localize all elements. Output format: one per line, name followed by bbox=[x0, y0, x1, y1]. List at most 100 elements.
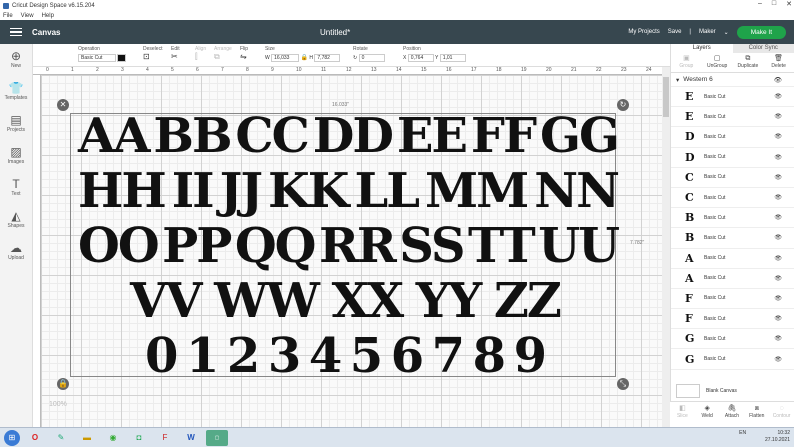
eye-icon[interactable]: 👁 bbox=[774, 335, 782, 342]
chevron-down-icon[interactable]: ▾ bbox=[676, 76, 679, 84]
start-button-icon[interactable]: ⊞ bbox=[4, 429, 20, 446]
glyph-pair[interactable]: PP bbox=[162, 220, 232, 272]
flip-icon[interactable]: ⇋ bbox=[240, 52, 247, 61]
lock-icon[interactable]: 🔒 bbox=[57, 378, 69, 390]
lock-icon[interactable]: 🔒 bbox=[301, 55, 308, 61]
rotate-field[interactable]: 0 bbox=[358, 54, 385, 62]
sidebar-item-new[interactable]: ⊕ New bbox=[0, 50, 32, 76]
blank-canvas-row[interactable]: Blank Canvas bbox=[676, 383, 786, 399]
layer-item[interactable]: F Basic Cut 👁 bbox=[671, 309, 794, 330]
glyph-digit[interactable]: 3 bbox=[268, 330, 301, 382]
layer-item[interactable]: G Basic Cut 👁 bbox=[671, 329, 794, 350]
glyph-pair[interactable]: TT bbox=[468, 220, 536, 272]
sidebar-item-text[interactable]: T Text bbox=[0, 178, 32, 204]
glyph-digit[interactable]: 0 bbox=[145, 330, 178, 382]
menu-help[interactable]: Help bbox=[42, 13, 54, 19]
delete-button[interactable]: 🗑 Delete bbox=[763, 53, 794, 72]
slice-button[interactable]: ◧ Slice bbox=[670, 402, 695, 427]
glyph-pair[interactable]: SS bbox=[399, 220, 465, 272]
eye-icon[interactable]: 👁 bbox=[774, 133, 782, 140]
close-icon[interactable]: ✕ bbox=[57, 99, 69, 111]
layer-item[interactable]: A Basic Cut 👁 bbox=[671, 269, 794, 289]
deselect-icon[interactable]: ⊡ bbox=[143, 52, 150, 61]
minimize-icon[interactable]: – bbox=[758, 0, 762, 8]
sidebar-item-projects[interactable]: ▤ Projects bbox=[0, 114, 32, 140]
sidebar-item-upload[interactable]: ☁ Upload bbox=[0, 242, 32, 268]
glyph-pair[interactable]: MM bbox=[425, 165, 529, 217]
language-indicator[interactable]: EN bbox=[739, 430, 746, 436]
glyph-pair[interactable]: YY bbox=[416, 275, 483, 327]
layer-item[interactable]: D Basic Cut 👁 bbox=[671, 148, 794, 168]
glyph-pair[interactable]: QQ bbox=[235, 220, 317, 272]
width-field[interactable]: 16,033 bbox=[271, 54, 300, 62]
sidebar-item-images[interactable]: ▨ Images bbox=[0, 146, 32, 172]
duplicate-button[interactable]: ⧉ Duplicate bbox=[733, 53, 764, 72]
layer-group-header[interactable]: ▾ Western 6 👁 bbox=[671, 73, 794, 87]
layer-item[interactable]: C Basic Cut 👁 bbox=[671, 168, 794, 188]
y-position-field[interactable]: 1,01 bbox=[439, 54, 466, 62]
layer-item[interactable]: A Basic Cut 👁 bbox=[671, 249, 794, 269]
zoom-level[interactable]: 100% bbox=[49, 401, 67, 408]
eye-icon[interactable]: 👁 bbox=[774, 76, 782, 84]
greenshot-icon[interactable]: ◘ bbox=[128, 430, 150, 446]
save-button[interactable]: Save bbox=[668, 29, 682, 35]
glyph-pair[interactable]: ZZ bbox=[494, 275, 562, 327]
eye-icon[interactable]: 👁 bbox=[774, 214, 782, 221]
operation-select[interactable]: Basic Cut bbox=[78, 54, 116, 62]
glyph-digit[interactable]: 6 bbox=[391, 330, 424, 382]
glyph-pair[interactable]: WW bbox=[214, 275, 320, 327]
glyph-digit[interactable]: 2 bbox=[227, 330, 260, 382]
tab-layers[interactable]: Layers bbox=[671, 44, 733, 53]
eye-icon[interactable]: 👁 bbox=[774, 234, 782, 241]
layer-item[interactable]: C Basic Cut 👁 bbox=[671, 188, 794, 209]
glyph-pair[interactable]: CC bbox=[235, 110, 309, 162]
eye-icon[interactable]: 👁 bbox=[774, 295, 782, 302]
eye-icon[interactable]: 👁 bbox=[774, 194, 782, 201]
glyph-pair[interactable]: LL bbox=[354, 165, 419, 217]
eye-icon[interactable]: 👁 bbox=[774, 356, 782, 363]
align-icon[interactable]: ⫿ bbox=[195, 52, 198, 61]
group-button[interactable]: ▣ Group bbox=[671, 53, 702, 72]
eye-icon[interactable]: 👁 bbox=[774, 154, 782, 161]
resize-handle-icon[interactable]: ⤡ bbox=[617, 378, 629, 390]
arrange-icon[interactable]: ⧉ bbox=[214, 52, 220, 61]
glyph-pair[interactable]: NN bbox=[534, 165, 620, 217]
folder-icon[interactable]: ▬ bbox=[76, 430, 98, 446]
glyph-pair[interactable]: RR bbox=[319, 220, 397, 272]
tab-color-sync[interactable]: Color Sync bbox=[732, 44, 794, 53]
cricut-taskbar-icon[interactable]: ▢ bbox=[206, 429, 228, 446]
layer-item[interactable]: E Basic Cut 👁 bbox=[671, 107, 794, 128]
glyph-digit[interactable]: 5 bbox=[350, 330, 383, 382]
eye-icon[interactable]: 👁 bbox=[774, 275, 782, 282]
sidebar-item-shapes[interactable]: ◭ Shapes bbox=[0, 210, 32, 236]
layer-item[interactable]: G Basic Cut 👁 bbox=[671, 349, 794, 370]
eye-icon[interactable]: 👁 bbox=[774, 255, 782, 262]
glyph-pair[interactable]: BB bbox=[153, 110, 232, 162]
maximize-icon[interactable]: □ bbox=[772, 0, 776, 8]
glyph-digit[interactable]: 9 bbox=[514, 330, 547, 382]
contour-button[interactable]: ◌ Contour bbox=[769, 402, 794, 427]
menu-file[interactable]: File bbox=[3, 13, 13, 19]
machine-select[interactable]: Maker bbox=[699, 29, 716, 35]
glyph-pair[interactable]: VV bbox=[130, 275, 202, 327]
glyph-digit[interactable]: 1 bbox=[186, 330, 219, 382]
glyph-pair[interactable]: EE bbox=[397, 110, 468, 162]
operation-color-swatch[interactable] bbox=[117, 54, 127, 62]
eye-icon[interactable]: 👁 bbox=[774, 93, 782, 100]
glyph-pair[interactable]: HH bbox=[78, 165, 167, 217]
glyph-pair[interactable]: DD bbox=[313, 110, 394, 162]
ungroup-button[interactable]: ▢ UnGroup bbox=[702, 53, 733, 72]
my-projects-link[interactable]: My Projects bbox=[628, 29, 659, 35]
glyph-digit[interactable]: 4 bbox=[309, 330, 342, 382]
height-field[interactable]: 7,782 bbox=[314, 54, 341, 62]
glyph-digit[interactable]: 8 bbox=[473, 330, 506, 382]
chrome-icon[interactable]: ◉ bbox=[102, 430, 124, 446]
flatten-button[interactable]: ⧈ Flatten bbox=[744, 402, 769, 427]
vertical-scrollbar[interactable] bbox=[662, 67, 670, 427]
glyph-pair[interactable]: OO bbox=[78, 220, 160, 272]
glyph-pair[interactable]: JJ bbox=[220, 165, 263, 217]
menu-view[interactable]: View bbox=[21, 13, 34, 19]
sidebar-item-templates[interactable]: 👕 Templates bbox=[0, 82, 32, 108]
eye-icon[interactable]: 👁 bbox=[774, 315, 782, 322]
hamburger-menu-icon[interactable] bbox=[10, 27, 22, 37]
